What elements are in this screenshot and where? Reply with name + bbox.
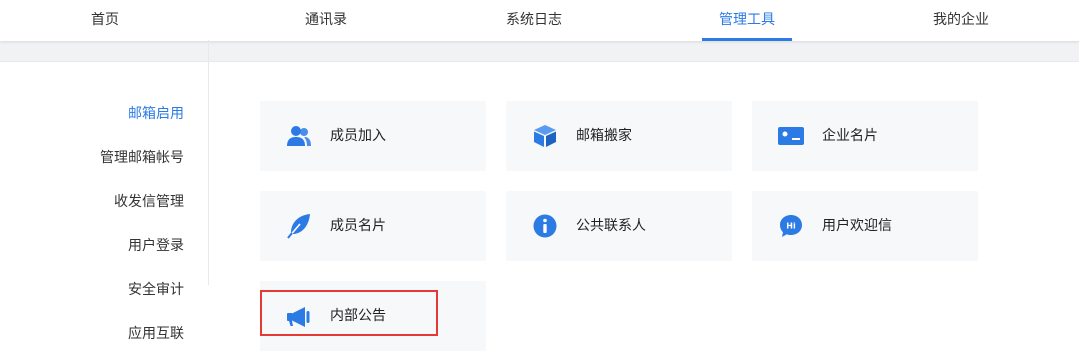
nav-tab-admin-tools[interactable]: 管理工具 xyxy=(702,0,792,41)
sidebar-item-label: 管理邮箱帐号 xyxy=(100,150,184,166)
card-public-contacts[interactable]: 公共联系人 xyxy=(506,191,732,261)
hi-chat-icon: Hi xyxy=(778,214,804,238)
sidebar-item-security-audit[interactable]: 安全审计 xyxy=(128,279,184,299)
nav-tab-label: 我的企业 xyxy=(933,12,989,28)
feather-icon xyxy=(286,214,312,239)
nav-tab-my-company[interactable]: 我的企业 xyxy=(918,0,1004,41)
sidebar-item-manage-accounts[interactable]: 管理邮箱帐号 xyxy=(100,147,184,167)
card-member-join[interactable]: 成员加入 xyxy=(260,101,486,171)
svg-text:Hi: Hi xyxy=(786,222,796,231)
sidebar-item-app-interconnect[interactable]: 应用互联 xyxy=(128,323,184,343)
box-icon xyxy=(532,124,558,148)
sidebar-item-label: 安全审计 xyxy=(128,282,184,298)
card-label: 企业名片 xyxy=(822,128,878,144)
users-icon xyxy=(286,124,312,148)
active-tab-underline xyxy=(702,38,792,41)
card-label: 内部公告 xyxy=(330,308,386,324)
card-internal-announcement[interactable]: 内部公告 xyxy=(260,281,486,351)
top-nav: 首页 通讯录 系统日志 管理工具 我的企业 xyxy=(0,0,1079,41)
nav-tab-label: 通讯录 xyxy=(305,12,347,28)
card-member-namecard[interactable]: 成员名片 xyxy=(260,191,486,261)
nav-tab-home[interactable]: 首页 xyxy=(72,0,138,41)
card-label: 公共联系人 xyxy=(576,218,646,234)
sidebar-item-label: 用户登录 xyxy=(128,238,184,254)
card-label: 邮箱搬家 xyxy=(576,128,632,144)
sidebar-item-mailbox-enable[interactable]: 邮箱启用 xyxy=(128,103,184,123)
card-business-card[interactable]: 企业名片 xyxy=(752,101,978,171)
business-card-icon xyxy=(778,124,804,148)
sidebar-divider xyxy=(208,40,209,285)
card-welcome-letter[interactable]: Hi 用户欢迎信 xyxy=(752,191,978,261)
nav-tab-label: 首页 xyxy=(91,12,119,28)
card-label: 成员名片 xyxy=(330,218,386,234)
sidebar-item-mail-management[interactable]: 收发信管理 xyxy=(114,191,184,211)
card-label: 成员加入 xyxy=(330,128,386,144)
nav-tab-label: 系统日志 xyxy=(506,12,562,28)
sidebar-item-label: 收发信管理 xyxy=(114,194,184,210)
nav-tab-system-log[interactable]: 系统日志 xyxy=(492,0,576,41)
nav-tab-contacts[interactable]: 通讯录 xyxy=(284,0,368,41)
megaphone-icon xyxy=(286,305,312,329)
card-label: 用户欢迎信 xyxy=(822,218,892,234)
card-mailbox-migration[interactable]: 邮箱搬家 xyxy=(506,101,732,171)
info-icon xyxy=(532,214,558,238)
sidebar-item-user-login[interactable]: 用户登录 xyxy=(128,235,184,255)
nav-tab-label: 管理工具 xyxy=(719,12,775,28)
sidebar-item-label: 应用互联 xyxy=(128,326,184,342)
sidebar-item-label: 邮箱启用 xyxy=(128,106,184,122)
